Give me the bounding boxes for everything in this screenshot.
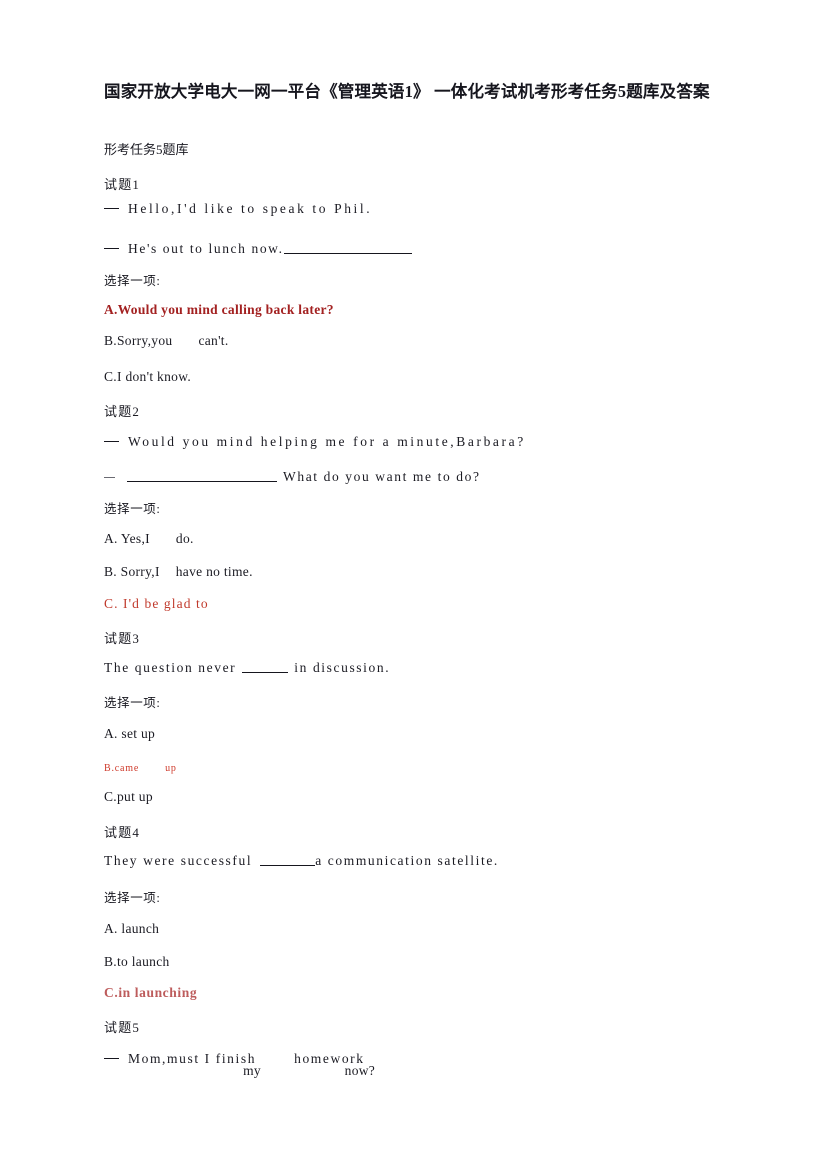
option-b[interactable]: B. Sorry,I have no time. xyxy=(104,564,253,580)
question-prompt-line: What do you want me to do? xyxy=(104,469,481,485)
answer-blank xyxy=(260,865,316,866)
choose-one-label: 选择一项: xyxy=(104,274,161,288)
question-sentence: The question never in discussion. xyxy=(104,660,391,675)
option-c[interactable]: C. I'd be glad to xyxy=(104,596,209,612)
option-a[interactable]: A. launch xyxy=(104,921,159,937)
em-dash-icon xyxy=(104,1058,119,1059)
option-a[interactable]: A. set up xyxy=(104,726,155,742)
em-dash-icon xyxy=(104,208,119,209)
option-b[interactable]: B.Sorry,you can't. xyxy=(104,333,229,349)
answer-blank xyxy=(283,253,412,254)
question-heading: 试题3 xyxy=(104,631,141,646)
option-a[interactable]: A.Would you mind calling back later? xyxy=(104,302,334,318)
em-dash-icon xyxy=(104,441,119,442)
choose-one-label: 选择一项: xyxy=(104,891,161,905)
option-b[interactable]: B.came up xyxy=(104,763,177,774)
option-b[interactable]: B.to launch xyxy=(104,954,170,970)
option-a[interactable]: A. Yes,I do. xyxy=(104,531,194,547)
question-prompt-line: Would you mind helping me for a minute,B… xyxy=(104,434,526,450)
em-dash-icon xyxy=(104,248,119,249)
document-page: 国家开放大学电大一网一平台《管理英语1》 一体化考试机考形考任务5题库及答案 形… xyxy=(0,0,825,1168)
question-heading: 试题4 xyxy=(104,825,141,840)
choose-one-label: 选择一项: xyxy=(104,502,161,516)
answer-blank xyxy=(127,481,277,482)
question-heading: 试题2 xyxy=(104,404,141,419)
option-c[interactable]: C.I don't know. xyxy=(104,369,191,385)
page-title: 国家开放大学电大一网一平台《管理英语1》 一体化考试机考形考任务5题库及答案 xyxy=(104,82,710,101)
option-c[interactable]: C.put up xyxy=(104,789,153,805)
question-prompt-line: Hello,I'd like to speak to Phil. xyxy=(104,201,372,217)
question-prompt-line: Mom,must I finish my homework now? xyxy=(104,1051,375,1078)
answer-blank xyxy=(242,672,289,673)
question-heading: 试题5 xyxy=(104,1020,141,1035)
em-dash-icon xyxy=(104,477,115,478)
question-sentence: They were successful a communication sate… xyxy=(104,853,499,868)
option-c[interactable]: C.in launching xyxy=(104,985,197,1001)
question-prompt-line: He's out to lunch now. xyxy=(104,241,412,257)
choose-one-label: 选择一项: xyxy=(104,696,161,710)
section-label: 形考任务5题库 xyxy=(104,142,189,157)
question-heading: 试题1 xyxy=(104,177,141,192)
